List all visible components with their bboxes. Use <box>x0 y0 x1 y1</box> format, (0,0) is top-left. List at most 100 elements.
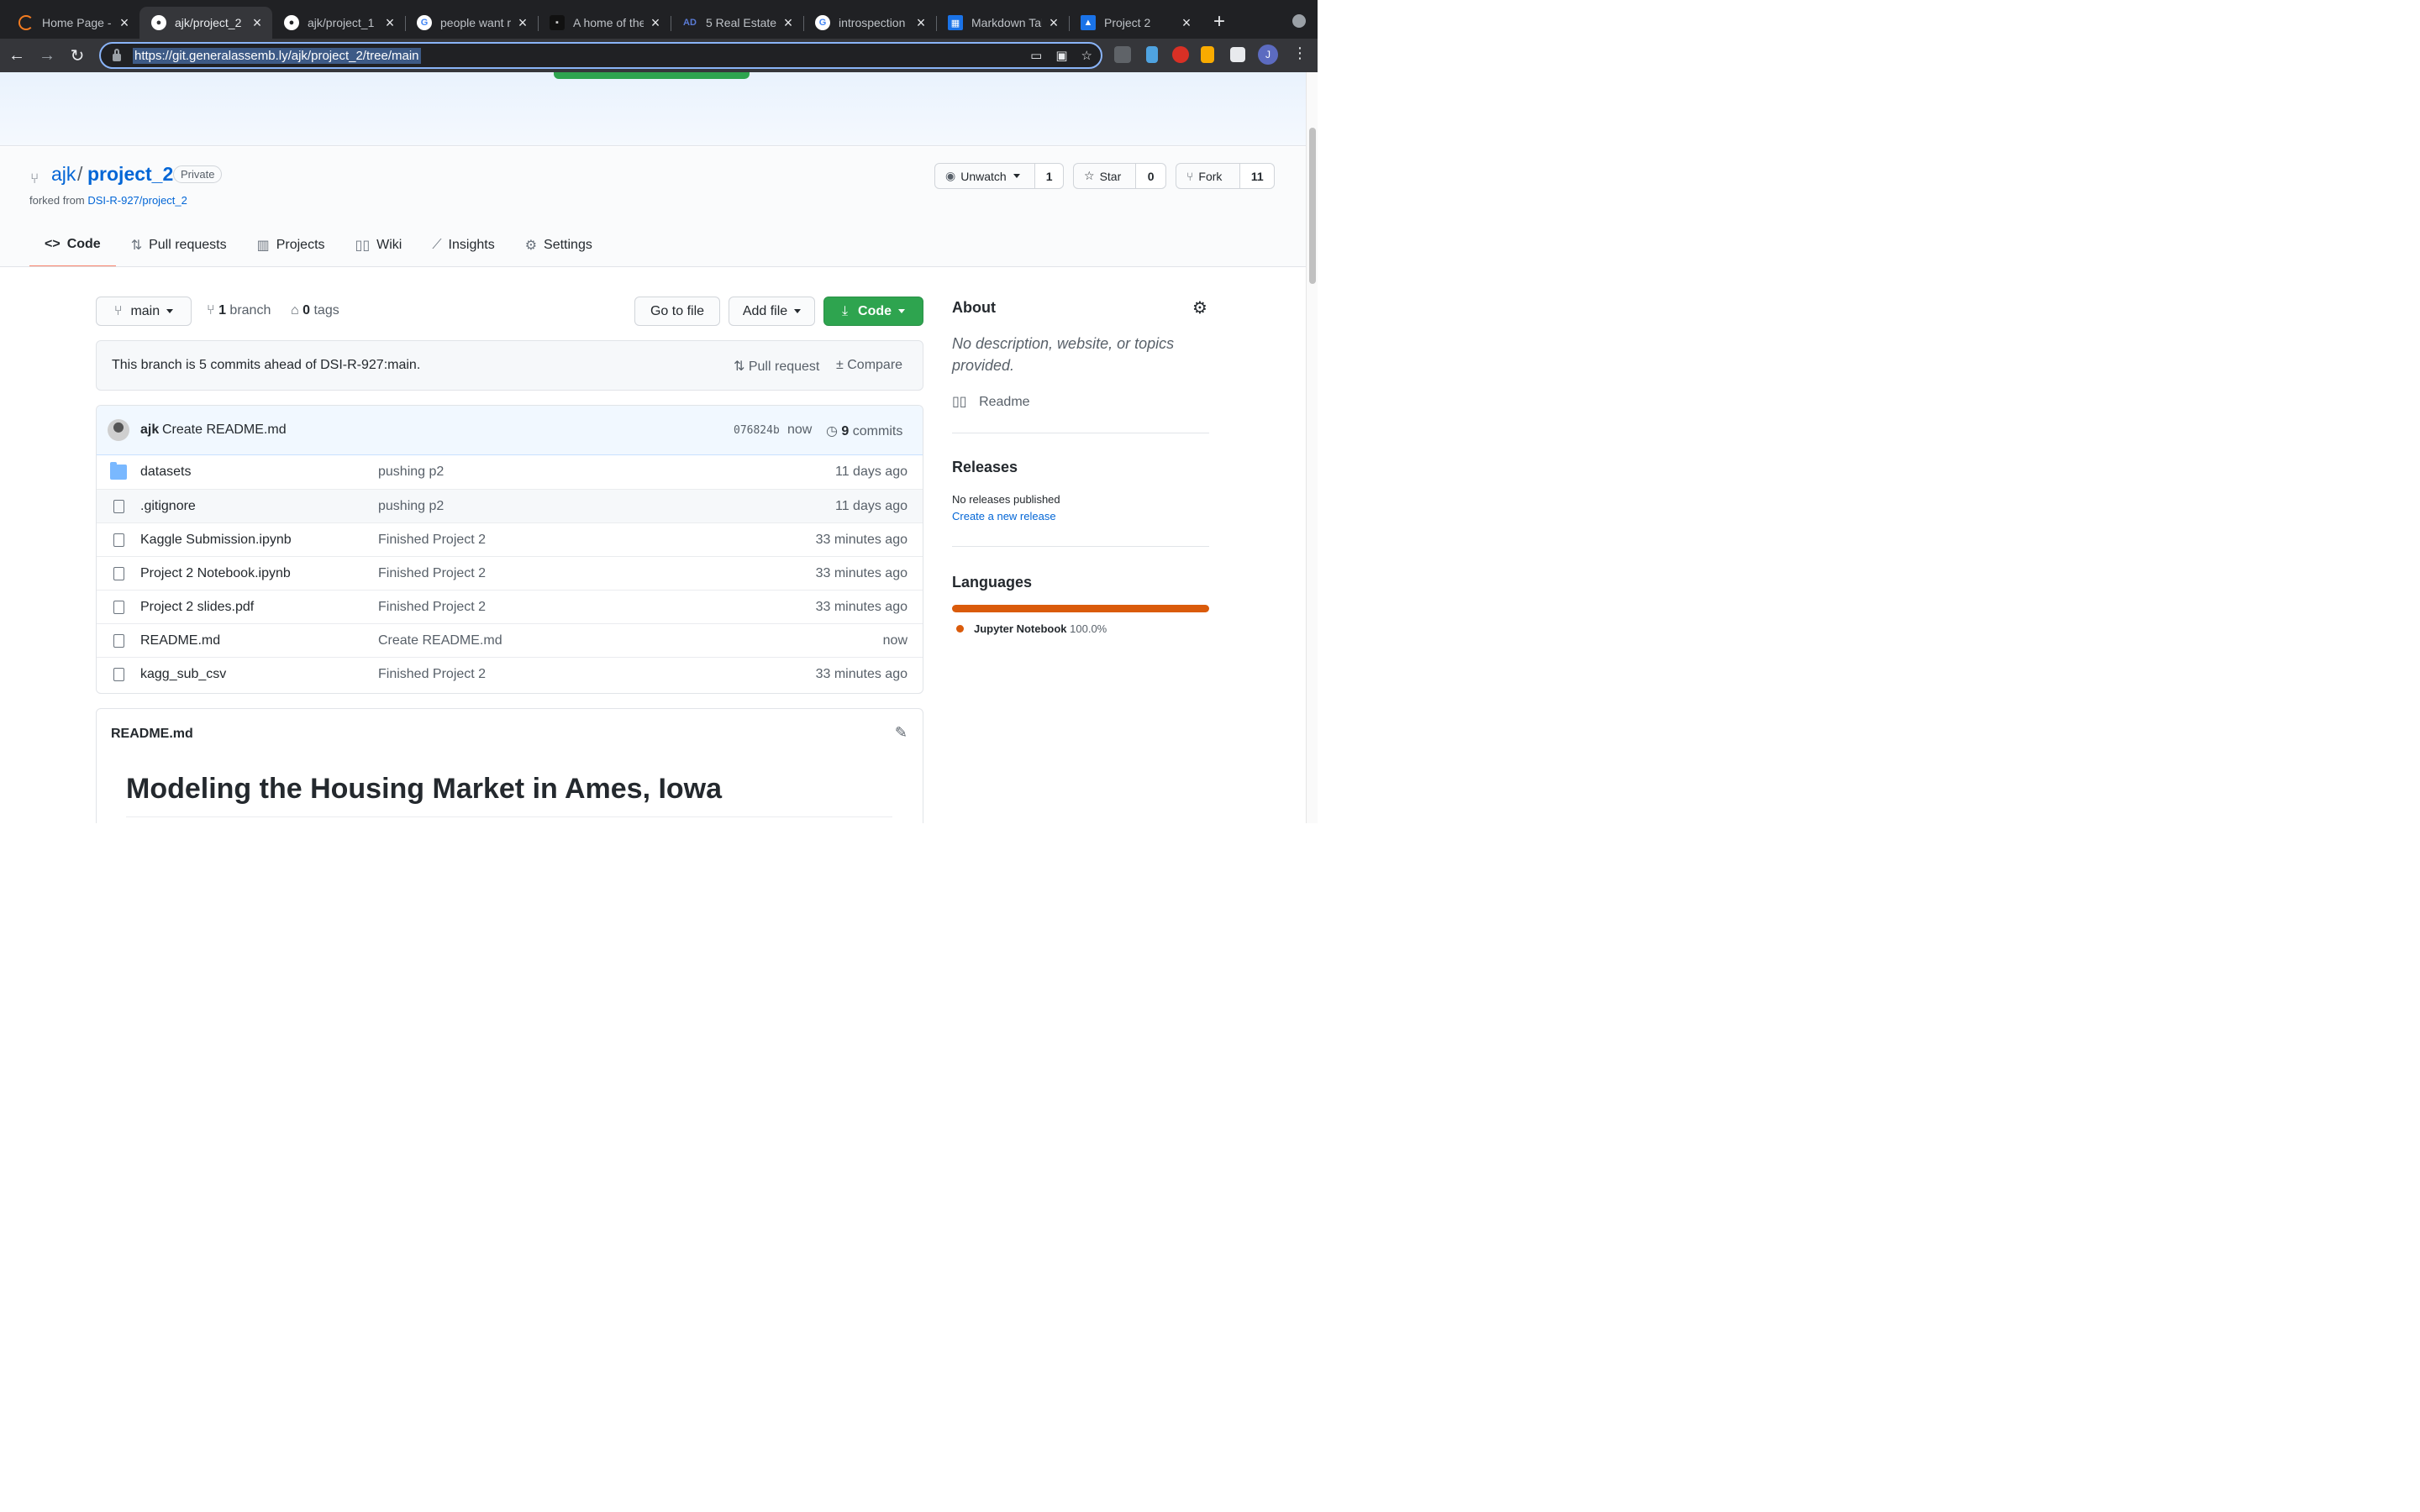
close-icon[interactable]: × <box>516 14 529 32</box>
pull-request-link[interactable]: ⇅ Pull request <box>734 358 819 375</box>
go-to-file-button[interactable]: Go to file <box>634 297 720 326</box>
language-item[interactable]: Jupyter Notebook 100.0% <box>974 622 1107 635</box>
tab-title: A home of the <box>573 16 644 29</box>
tab-pull-requests[interactable]: ⇅ Pull requests <box>116 223 242 267</box>
file-commit-message[interactable]: Finished Project 2 <box>378 533 486 548</box>
commit-message[interactable]: Create README.md <box>162 423 287 438</box>
hero-button[interactable] <box>554 72 750 79</box>
browser-tab[interactable]: ▦ Markdown Tab × <box>936 7 1069 39</box>
readme-link-label: Readme <box>979 395 1030 409</box>
close-icon[interactable]: × <box>781 14 795 32</box>
browser-tab[interactable]: G people want m × <box>405 7 538 39</box>
readme-link[interactable]: ▯▯ Readme <box>952 393 1030 410</box>
scrollbar-thumb[interactable] <box>1309 128 1316 284</box>
file-name[interactable]: datasets <box>140 465 191 480</box>
tab-search-icon[interactable] <box>1292 14 1306 28</box>
branch-select-button[interactable]: ⑂ main <box>96 297 192 326</box>
tab-projects[interactable]: ▥ Projects <box>242 223 340 267</box>
browser-tab[interactable]: ▲ Project 2 × <box>1069 7 1202 39</box>
commit-author[interactable]: ajk <box>140 423 159 438</box>
file-row[interactable]: Project 2 slides.pdf Finished Project 2 … <box>97 590 923 623</box>
file-row[interactable]: datasets pushing p2 11 days ago <box>97 455 923 489</box>
browser-tab[interactable]: G introspection × <box>803 7 936 39</box>
browser-tab[interactable]: ▪ A home of the × <box>538 7 671 39</box>
forward-icon[interactable]: → <box>34 42 60 69</box>
chevron-down-icon <box>794 309 802 313</box>
address-bar[interactable]: https://git.generalassemb.ly/ajk/project… <box>99 42 1102 69</box>
browser-menu-icon[interactable]: ⋮ <box>1292 45 1307 62</box>
readme-filename[interactable]: README.md <box>111 727 193 742</box>
file-row[interactable]: kagg_sub_csv Finished Project 2 33 minut… <box>97 657 923 690</box>
latest-commit: ajk Create README.md 076824b now ◷ 9 com… <box>97 406 923 455</box>
page-scrollbar[interactable] <box>1306 72 1318 823</box>
extension-icon[interactable] <box>1146 46 1158 63</box>
forks-count[interactable]: 11 <box>1239 164 1274 188</box>
fork-button[interactable]: ⑂ Fork <box>1176 164 1239 188</box>
unwatch-button[interactable]: ◉ Unwatch <box>935 164 1034 188</box>
watchers-count[interactable]: 1 <box>1034 164 1063 188</box>
tab-insights[interactable]: ⟋ Insights <box>417 223 509 267</box>
close-icon[interactable]: × <box>649 14 662 32</box>
browser-tab[interactable]: ● ajk/project_1 × <box>272 7 405 39</box>
file-commit-message[interactable]: Finished Project 2 <box>378 667 486 682</box>
file-row[interactable]: Kaggle Submission.ipynb Finished Project… <box>97 522 923 556</box>
commits-link[interactable]: ◷ 9 commits <box>826 423 902 439</box>
tab-settings[interactable]: ⚙ Settings <box>510 223 608 267</box>
file-commit-message[interactable]: pushing p2 <box>378 465 444 480</box>
browser-tab[interactable]: Home Page - S × <box>7 7 139 39</box>
browser-tab-active[interactable]: ● ajk/project_2 × <box>139 7 272 39</box>
new-tab-icon[interactable]: + <box>1213 10 1225 34</box>
file-row[interactable]: .gitignore pushing p2 11 days ago <box>97 489 923 522</box>
file-commit-message[interactable]: pushing p2 <box>378 499 444 514</box>
file-row[interactable]: Project 2 Notebook.ipynb Finished Projec… <box>97 556 923 590</box>
about-heading: About <box>952 299 996 316</box>
close-icon[interactable]: × <box>118 14 131 32</box>
add-file-button[interactable]: Add file <box>729 297 815 326</box>
file-name[interactable]: Project 2 Notebook.ipynb <box>140 566 291 581</box>
commit-sha[interactable]: 076824b <box>734 424 780 437</box>
file-name[interactable]: Project 2 slides.pdf <box>140 600 254 615</box>
releases-heading[interactable]: Releases <box>952 459 1018 476</box>
file-commit-message[interactable]: Finished Project 2 <box>378 600 486 615</box>
close-icon[interactable]: × <box>914 14 928 32</box>
back-icon[interactable]: ← <box>3 42 30 69</box>
close-icon[interactable]: × <box>383 14 397 32</box>
close-icon[interactable]: × <box>1180 14 1193 32</box>
url-text[interactable]: https://git.generalassemb.ly/ajk/project… <box>133 47 421 64</box>
file-row[interactable]: README.md Create README.md now <box>97 623 923 657</box>
extension-icon[interactable] <box>1201 46 1214 63</box>
profile-avatar[interactable]: J <box>1258 45 1278 65</box>
extension-icon[interactable] <box>1114 46 1131 63</box>
file-name[interactable]: Kaggle Submission.ipynb <box>140 533 292 548</box>
puzzle-icon[interactable] <box>1230 47 1245 62</box>
edit-pencil-icon[interactable]: ✎ <box>895 724 908 742</box>
gear-icon[interactable]: ⚙ <box>1192 297 1207 318</box>
tab-code[interactable]: <> Code <box>29 223 116 267</box>
avatar[interactable] <box>108 419 129 441</box>
graph-icon: ⟋ <box>432 238 442 252</box>
close-icon[interactable]: × <box>1047 14 1060 32</box>
tags-link[interactable]: ⌂ 0 tags <box>291 303 339 318</box>
file-name[interactable]: .gitignore <box>140 499 196 514</box>
close-icon[interactable]: × <box>250 14 264 32</box>
repo-owner-link[interactable]: ajk <box>51 163 76 186</box>
file-name[interactable]: kagg_sub_csv <box>140 667 226 682</box>
repo-name-link[interactable]: project_2 <box>87 163 173 186</box>
tab-wiki[interactable]: ▯▯ Wiki <box>340 223 418 267</box>
file-commit-message[interactable]: Finished Project 2 <box>378 566 486 581</box>
file-commit-message[interactable]: Create README.md <box>378 633 502 648</box>
file-name[interactable]: README.md <box>140 633 220 648</box>
compare-link[interactable]: ± Compare <box>836 358 902 373</box>
cast-icon[interactable]: ▭ <box>1030 48 1042 63</box>
stars-count[interactable]: 0 <box>1135 164 1165 188</box>
extension-icon[interactable] <box>1172 46 1189 63</box>
code-download-button[interactable]: ⤓ Code <box>823 297 923 326</box>
reload-icon[interactable]: ↻ <box>64 42 91 69</box>
create-release-link[interactable]: Create a new release <box>952 510 1056 522</box>
branches-link[interactable]: ⑂ 1 branch <box>207 303 271 318</box>
bookmark-star-icon[interactable]: ☆ <box>1081 48 1092 63</box>
forked-from-link[interactable]: DSI-R-927/project_2 <box>87 194 187 207</box>
browser-tab[interactable]: AD 5 Real Estate × <box>671 7 803 39</box>
qr-code-icon[interactable]: ▣ <box>1055 48 1067 63</box>
star-button[interactable]: ☆ Star <box>1074 164 1135 188</box>
